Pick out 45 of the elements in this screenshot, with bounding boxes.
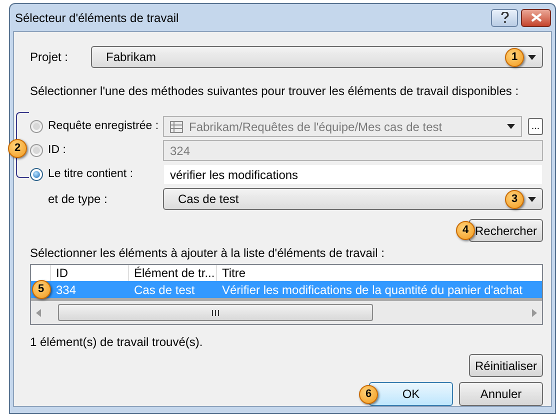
scrollbar-thumb[interactable] [58, 304, 373, 321]
callout-number: 5 [32, 280, 50, 299]
cancel-button[interactable]: Annuler [459, 382, 543, 406]
table-cell-text: Vérifier les modifications de la quantité du panier d'achat [221, 282, 524, 298]
table-row[interactable]: 5 334 Cas de test Vérifier les modifications de la quantité du panier d'achat [31, 281, 542, 298]
radio-label: ID : [48, 142, 67, 158]
project-label: Projet : [30, 49, 70, 66]
table-cell-text: Cas de test [133, 282, 196, 298]
dropdown-value: Fabrikam [106, 49, 158, 66]
reset-button[interactable]: Réinitialiser [469, 354, 543, 377]
callout-number: 3 [505, 190, 524, 208]
results-label: Sélectionner les éléments à ajouter à la liste d'éléments de travail : [30, 245, 386, 262]
dropdown-arrow-icon [528, 54, 536, 60]
callout-number: 1 [505, 48, 524, 66]
field-value: Fabrikam/Requêtes de l'équipe/Mes cas de test [189, 118, 444, 136]
search-button[interactable]: Rechercher [469, 219, 543, 242]
help-button[interactable] [491, 8, 518, 26]
dropdown[interactable]: Cas de test 3 [163, 188, 543, 210]
horizontal-scrollbar[interactable] [31, 301, 542, 324]
radio-label: Le titre contient : [48, 166, 134, 182]
radio-label: Requête enregistrée : [48, 118, 160, 134]
scroll-left-icon [36, 308, 41, 316]
field-value: 324 [170, 142, 192, 160]
dropdown-arrow-icon [528, 196, 536, 202]
instruction-text: Sélectionner l'une des méthodes suivantes pour trouver les éléments de travail disponibles : [30, 83, 520, 100]
close-button[interactable] [521, 8, 551, 26]
dropdown-arrow-icon [507, 124, 515, 129]
dropdown-value: Cas de test [178, 191, 240, 208]
callout-number: 6 [359, 384, 378, 404]
callout-number: 2 [8, 139, 27, 158]
window-title: Sélecteur d'éléments de travail [15, 10, 180, 26]
grip-icon [212, 310, 219, 316]
input-field[interactable]: vérifier les modifications [163, 164, 543, 185]
type-label: et de type : [48, 191, 108, 208]
dropdown[interactable]: Fabrikam 1 [91, 46, 543, 68]
radio-button[interactable] [30, 168, 43, 181]
callout-number: 4 [456, 221, 475, 240]
scroll-right-icon [532, 308, 537, 316]
field-value: vérifier les modifications [170, 166, 300, 184]
column-header[interactable]: Titre [217, 265, 542, 281]
close-icon [530, 13, 542, 22]
status-text: 1 élément(s) de travail trouvé(s). [30, 334, 204, 351]
table-cell-text: 334 [55, 282, 78, 298]
list-icon [170, 120, 183, 132]
help-icon [500, 12, 508, 23]
